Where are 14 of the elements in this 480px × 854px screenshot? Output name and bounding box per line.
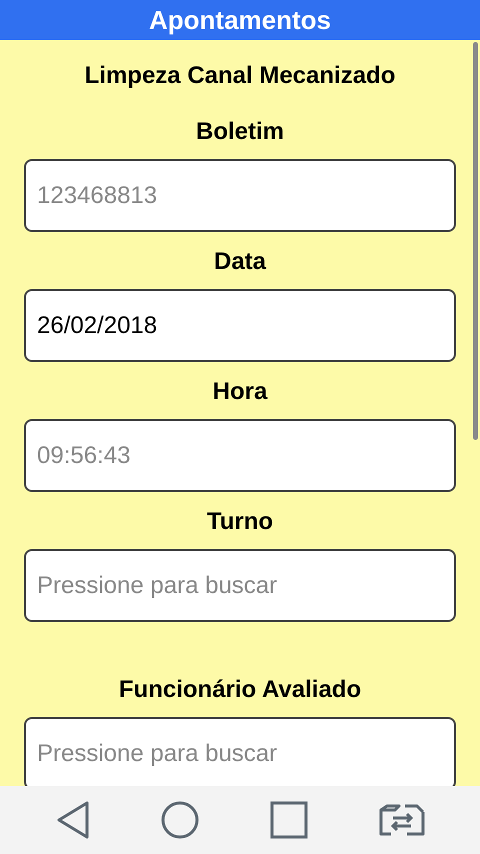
input-field[interactable]: 26/02/2018: [24, 289, 456, 362]
input-field[interactable]: Pressione para buscar: [24, 549, 456, 622]
input-field[interactable]: Pressione para buscar: [24, 717, 456, 786]
form-title: Limpeza Canal Mecanizado: [84, 61, 396, 91]
field-label: Funcionário Avaliado: [118, 676, 362, 704]
recents-icon[interactable]: [270, 801, 308, 839]
home-icon[interactable]: [160, 801, 198, 839]
app-title: Apontamentos: [149, 7, 331, 33]
back-icon[interactable]: [56, 801, 90, 839]
field-label: Data: [214, 248, 266, 276]
swap-icon[interactable]: [378, 804, 424, 836]
field-label: Boletim: [196, 118, 284, 146]
field-label: Hora: [212, 378, 268, 406]
field-label: Turno: [206, 508, 274, 536]
